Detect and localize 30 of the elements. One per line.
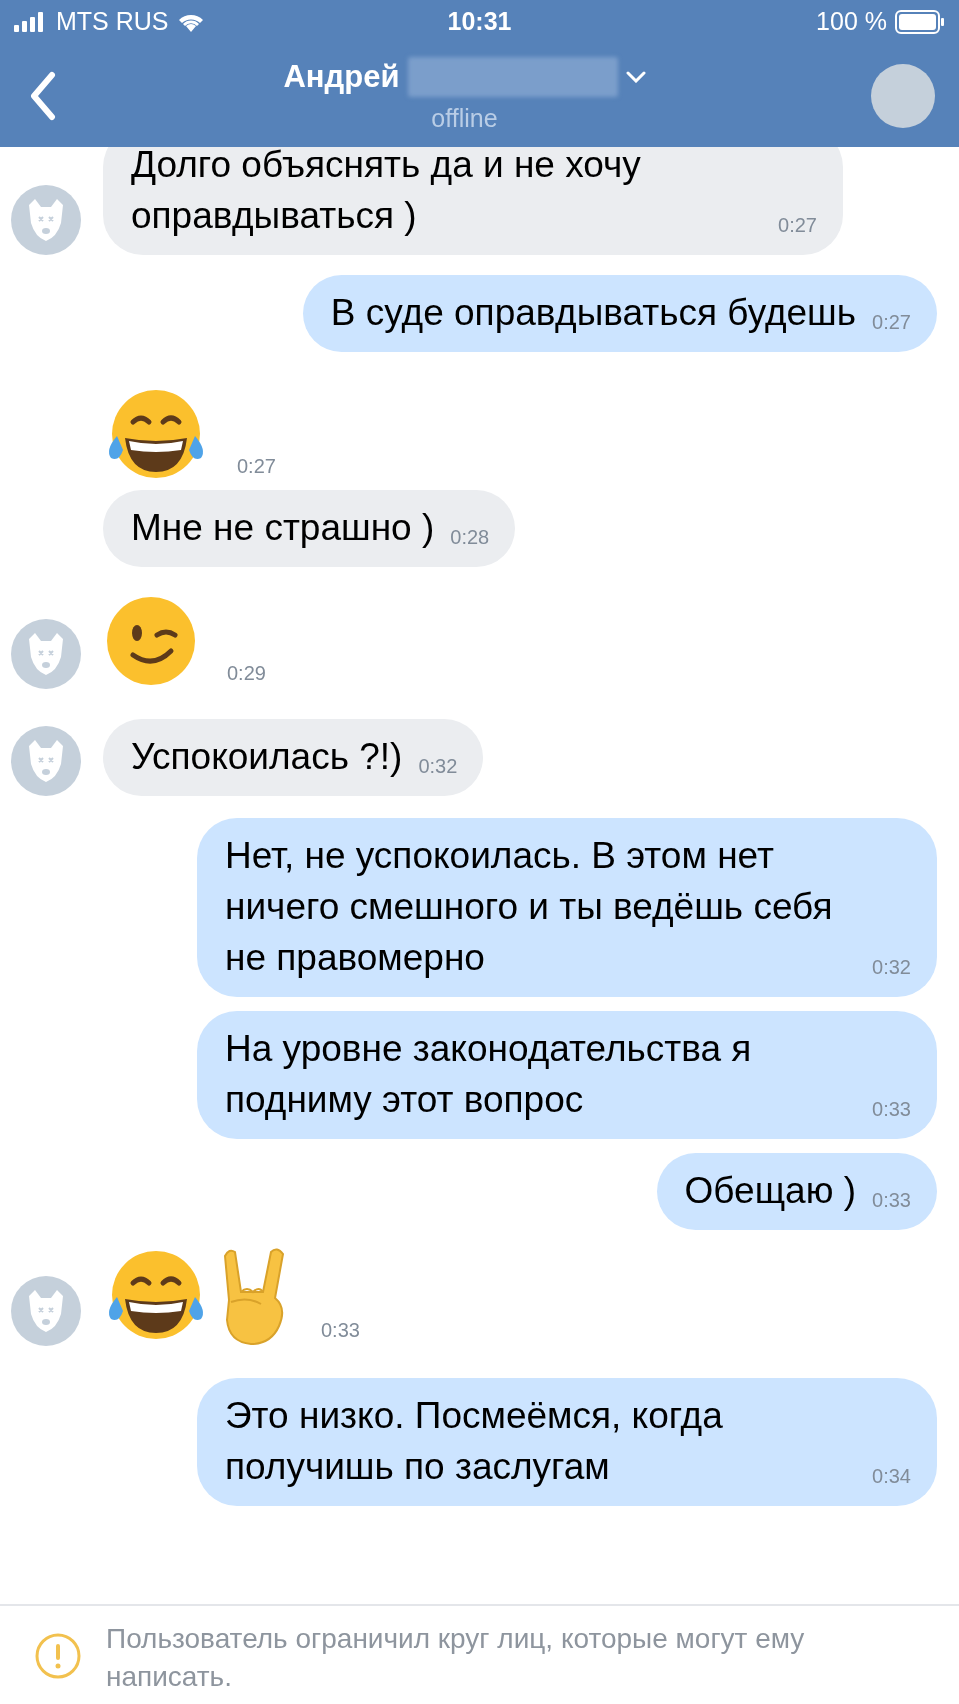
message-time: 0:32 (418, 756, 458, 779)
message-time: 0:33 (872, 1099, 911, 1122)
message-time: 0:32 (872, 957, 911, 980)
message-time: 0:29 (227, 663, 266, 686)
contact-name[interactable]: Андрей (283, 53, 400, 100)
message-time: 0:28 (450, 527, 490, 550)
warning-icon (34, 1632, 82, 1680)
message-text: Успокоилась ?!) (131, 735, 403, 779)
online-status: offline (431, 103, 498, 134)
avatar[interactable] (871, 63, 935, 128)
message-time: 0:27 (237, 456, 276, 479)
message-time: 0:34 (872, 1466, 911, 1489)
message-time: 0:33 (872, 1190, 911, 1213)
message-text: В суде оправдываться будешь (330, 291, 857, 335)
restriction-notice: Пользователь ограничил круг лиц, которые могут ему написать. (106, 1622, 806, 1694)
chevron-down-icon[interactable] (625, 70, 646, 83)
message-text: Обещаю ) (684, 1169, 857, 1213)
message-text: Долго объяснять да и не хочу оправдываться ) (131, 147, 642, 238)
back-icon[interactable] (28, 70, 58, 121)
message-time: 0:27 (872, 312, 911, 335)
message-time: 0:33 (321, 1320, 360, 1343)
carrier-name: MTS RUS (56, 6, 169, 38)
battery-icon (895, 10, 945, 34)
message-text: Мне не страшно ) (131, 506, 435, 550)
clock: 10:31 (447, 7, 512, 36)
message-time: 0:27 (778, 215, 817, 238)
message-text: Это низко. Посмеёмся, когда получишь по заслугам (225, 1394, 724, 1489)
message-text: На уровне законодательства я подниму этот вопрос (225, 1027, 753, 1122)
battery-percentage: 100 % (816, 6, 887, 38)
message-text: Нет, не успокоилась. В этом нет ничего смешного и ты ведёшь себя не правомерно (225, 834, 834, 980)
